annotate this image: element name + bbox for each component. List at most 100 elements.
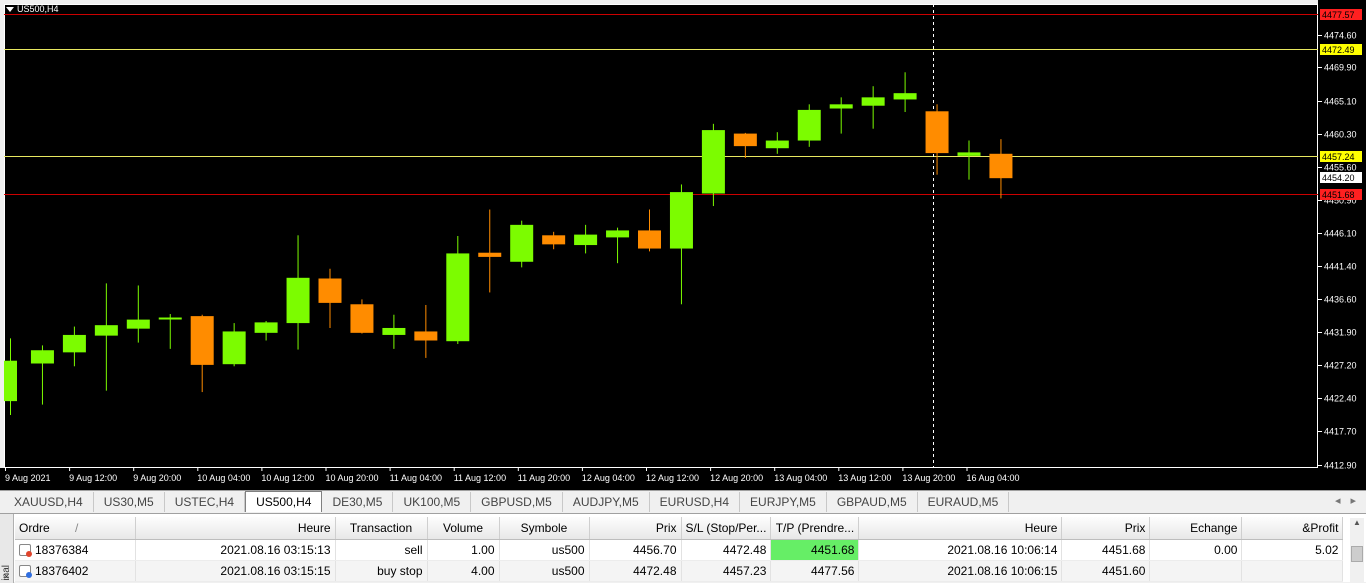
col-tp[interactable]: T/P (Prendre... <box>770 517 860 540</box>
candle-body <box>478 252 502 257</box>
scroll-up-icon[interactable]: ▲ <box>1353 518 1361 527</box>
candle-body <box>606 230 630 238</box>
price-tick-label: 4441.40 <box>1324 262 1357 272</box>
price-cell: 4456.70 <box>589 539 682 561</box>
time-tick-label: 10 Aug 12:00 <box>261 473 314 483</box>
candle-body <box>893 93 917 100</box>
candle-body <box>797 109 821 141</box>
candle-body <box>414 331 438 341</box>
candle-body <box>126 319 150 329</box>
open-time-cell: 2021.08.16 03:15:15 <box>135 560 336 582</box>
tab-eurusd-h4[interactable]: EURUSD,H4 <box>650 492 741 512</box>
col-ordre[interactable]: Ordre / <box>15 517 136 540</box>
tab-de30-m5[interactable]: DE30,M5 <box>322 492 394 512</box>
tab-us500-h4[interactable]: US500,H4 <box>245 491 323 512</box>
candle-body <box>733 133 757 147</box>
swap-cell <box>1149 560 1243 582</box>
open-time-cell: 2021.08.16 03:15:13 <box>135 539 336 561</box>
price-tick-label: 4417.70 <box>1324 427 1357 437</box>
close-price-cell: 4451.60 <box>1061 560 1151 582</box>
price-badge-label: 4454.20 <box>1322 173 1355 183</box>
price-tick-label: 4460.30 <box>1324 130 1357 140</box>
tab-us30-m5[interactable]: US30,M5 <box>94 492 165 512</box>
col-heure[interactable]: Heure <box>135 517 336 540</box>
tab-euraud-m5[interactable]: EURAUD,M5 <box>918 492 1010 512</box>
col-volume[interactable]: Volume <box>427 517 500 540</box>
tab-eurjpy-m5[interactable]: EURJPY,M5 <box>740 492 827 512</box>
price-axis-background <box>1318 0 1366 490</box>
price-tick-label: 4436.60 <box>1324 295 1357 305</box>
col-symbole[interactable]: Symbole <box>499 517 590 540</box>
transaction-cell: buy stop <box>335 560 428 582</box>
time-tick-label: 10 Aug 20:00 <box>326 473 379 483</box>
candle-body <box>382 327 406 335</box>
candle-body <box>446 253 470 342</box>
candle-body <box>190 316 214 365</box>
tab-prev-icon[interactable]: ◂ <box>1335 494 1341 507</box>
close-time-cell: 2021.08.16 10:06:14 <box>858 539 1063 561</box>
tab-ustec-h4[interactable]: USTEC,H4 <box>165 492 246 512</box>
candle-body <box>957 152 981 156</box>
candle-body <box>286 277 310 324</box>
candle-body <box>350 304 374 333</box>
tab-gbpaud-m5[interactable]: GBPAUD,M5 <box>827 492 918 512</box>
tab-gbpusd-m5[interactable]: GBPUSD,M5 <box>471 492 563 512</box>
col-echange[interactable]: Echange <box>1149 517 1243 540</box>
price-tick-label: 4422.40 <box>1324 394 1357 404</box>
col-heure-close[interactable]: Heure <box>858 517 1063 540</box>
tp-cell: 4451.68 <box>770 539 860 561</box>
price-tick-label: 4455.60 <box>1324 163 1357 173</box>
col-prix-close[interactable]: Prix <box>1061 517 1151 540</box>
tab-next-icon[interactable]: ▸ <box>1350 494 1356 507</box>
tab-xauusd-h4[interactable]: XAUUSD,H4 <box>4 492 94 512</box>
profit-cell: 5.02 <box>1241 539 1344 561</box>
scroll-thumb[interactable] <box>1351 546 1363 562</box>
candle-body <box>574 234 598 246</box>
chart-symbol-text: US500,H4 <box>17 4 59 14</box>
tab-uk100-m5[interactable]: UK100,M5 <box>393 492 472 512</box>
order-id-cell: 18376384 <box>15 539 136 561</box>
pending-order-icon <box>19 565 32 579</box>
terminal-side-label[interactable]: × inal <box>0 514 14 583</box>
candle-body <box>701 130 725 194</box>
price-tick-label: 4446.10 <box>1324 229 1357 239</box>
table-row[interactable]: 18376402 2021.08.16 03:15:15 buy stop 4.… <box>15 560 1344 582</box>
tab-audjpy-m5[interactable]: AUDJPY,M5 <box>563 492 650 512</box>
close-price-cell: 4451.68 <box>1061 539 1151 561</box>
candle-body <box>925 111 949 154</box>
terminal-scrollbar[interactable]: ▲ <box>1350 518 1364 582</box>
terminal-side-text: inal <box>1 565 12 581</box>
tp-cell: 4477.56 <box>770 560 860 582</box>
price-cell: 4472.48 <box>589 560 682 582</box>
time-tick-label: 12 Aug 04:00 <box>582 473 635 483</box>
chart-area[interactable]: 4474.60 4469.90 4465.10 4460.30 4455.60 4450.… <box>0 0 1366 490</box>
time-tick-label: 9 Aug 20:00 <box>133 473 181 483</box>
candle-body <box>638 230 661 249</box>
order-id-cell: 18376402 <box>15 560 136 582</box>
time-tick-label: 9 Aug 12:00 <box>69 473 117 483</box>
candle-body <box>158 317 182 320</box>
time-tick-label: 11 Aug 12:00 <box>454 473 506 483</box>
price-tick-label: 4474.60 <box>1324 31 1357 41</box>
col-sl[interactable]: S/L (Stop/Per... <box>681 517 772 540</box>
dropdown-triangle-icon[interactable] <box>6 6 14 12</box>
candle-body <box>765 140 789 149</box>
col-profit[interactable]: &Profit <box>1241 517 1344 540</box>
candle-body <box>254 322 278 333</box>
time-tick-label: 12 Aug 20:00 <box>710 473 763 483</box>
symbol-cell: us500 <box>499 539 590 561</box>
price-tick-label: 4427.20 <box>1324 361 1357 371</box>
price-tick-label: 4412.90 <box>1324 461 1357 471</box>
chart-symbol-label[interactable]: US500,H4 <box>6 4 59 14</box>
swap-cell: 0.00 <box>1149 539 1243 561</box>
transaction-cell: sell <box>335 539 428 561</box>
time-tick-label: 12 Aug 12:00 <box>646 473 699 483</box>
candle-body <box>861 97 885 106</box>
col-transaction[interactable]: Transaction <box>335 517 428 540</box>
profit-cell <box>1241 560 1344 582</box>
table-row[interactable]: 18376384 2021.08.16 03:15:13 sell 1.00 u… <box>15 539 1344 561</box>
price-chart[interactable]: 4474.604469.904465.104460.304455.604450.… <box>0 0 1366 490</box>
price-tick-label: 4465.10 <box>1324 97 1357 107</box>
col-prix[interactable]: Prix <box>589 517 682 540</box>
time-tick-label: 13 Aug 04:00 <box>774 473 827 483</box>
